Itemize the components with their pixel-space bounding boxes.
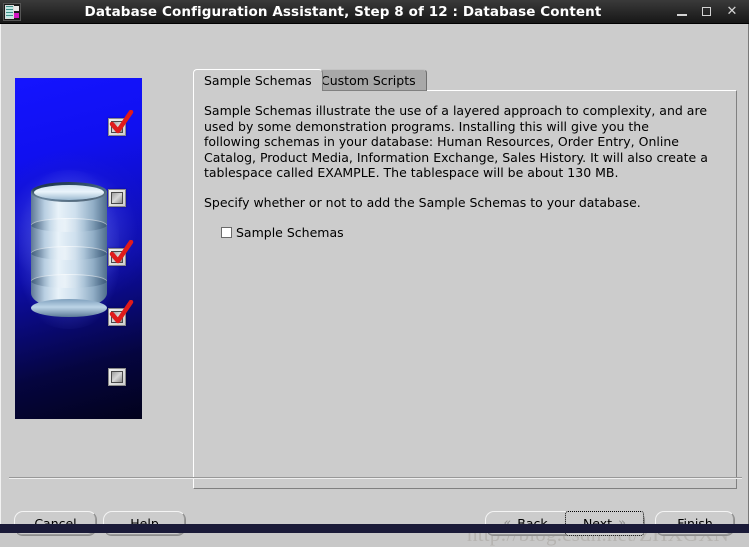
sample-schemas-checkbox[interactable] — [221, 226, 232, 238]
art-checkbox-inner — [111, 121, 123, 133]
cylinder-bottom — [31, 299, 107, 317]
app-icon-body — [5, 4, 14, 19]
wizard-artwork-panel — [15, 78, 142, 419]
desktop-bottom-strip — [0, 524, 749, 533]
minimize-icon[interactable] — [675, 5, 689, 18]
app-icon-square-magenta — [14, 12, 19, 18]
tab-content-panel: Sample Schemas illustrate the use of a l… — [193, 90, 737, 489]
art-checkbox-checked-2 — [108, 240, 134, 266]
window-body: Sample Schemas Custom Scripts Sample Sch… — [0, 24, 749, 546]
window-titlebar: Database Configuration Assistant, Step 8… — [0, 0, 749, 24]
maximize-icon[interactable] — [700, 5, 714, 18]
close-icon[interactable]: ✕ — [725, 5, 739, 18]
window-title: Database Configuration Assistant, Step 8… — [84, 3, 602, 20]
database-cylinder-icon — [19, 170, 119, 329]
art-checkbox-checked-3 — [108, 300, 134, 326]
description-paragraph: Sample Schemas illustrate the use of a l… — [204, 103, 708, 181]
tab-bar: Sample Schemas Custom Scripts — [193, 69, 737, 91]
footer-divider — [9, 477, 742, 479]
database-app-icon — [3, 2, 21, 21]
window-controls: ✕ — [675, 5, 749, 18]
art-checkbox-empty-2 — [108, 368, 126, 386]
cylinder-ring-3 — [31, 274, 107, 288]
cylinder-top — [31, 182, 107, 202]
app-icon-square-light — [14, 5, 19, 11]
art-checkbox-checked-1 — [108, 110, 134, 136]
art-checkbox-empty-1 — [108, 189, 126, 207]
instruction-paragraph: Specify whether or not to add the Sample… — [204, 194, 641, 210]
tab-sample-schemas[interactable]: Sample Schemas — [193, 69, 323, 91]
cylinder-ring-1 — [31, 218, 107, 232]
art-checkbox-inner — [111, 311, 123, 323]
art-checkbox-inner — [111, 192, 123, 204]
cylinder-top-inner — [34, 184, 104, 200]
tab-custom-scripts[interactable]: Custom Scripts — [310, 69, 427, 91]
sample-schemas-checkbox-label: Sample Schemas — [236, 224, 344, 240]
art-checkbox-inner — [111, 371, 123, 383]
sample-schemas-checkbox-row[interactable]: Sample Schemas — [221, 225, 726, 240]
art-checkbox-inner — [111, 251, 123, 263]
cylinder-ring-2 — [31, 246, 107, 260]
